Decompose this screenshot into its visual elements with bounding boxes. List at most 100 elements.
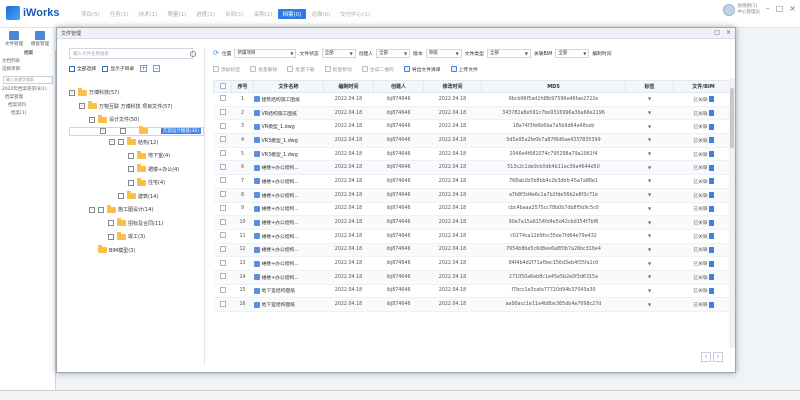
next-page-icon[interactable]: › <box>713 352 723 362</box>
location-select[interactable]: 所属项目 ▼ <box>234 48 297 58</box>
column-header[interactable]: 序号 <box>231 80 254 93</box>
row-checkbox[interactable] <box>219 163 226 170</box>
bim-status[interactable]: 已关联 <box>693 303 707 308</box>
left-panel-row[interactable]: 档案(1) <box>0 110 55 118</box>
tag-dropdown[interactable]: ▼ <box>625 202 674 217</box>
scroll-thumb[interactable] <box>730 88 734 148</box>
bim-status[interactable]: 已关联 <box>693 235 707 240</box>
tag-dropdown[interactable]: ▼ <box>625 188 674 203</box>
bim-status[interactable]: 已关联 <box>693 262 707 267</box>
nav-item[interactable]: 进度(1) <box>191 9 220 19</box>
show-subdir-checkbox[interactable] <box>102 65 109 72</box>
row-checkbox[interactable] <box>219 191 226 198</box>
bim-model-icon[interactable] <box>708 274 714 281</box>
file-name[interactable]: 裙楼+办公结构... <box>262 207 299 212</box>
folder-search-input[interactable]: 输入文件名称搜索 <box>69 48 196 59</box>
tree-node[interactable]: 建筑(14) <box>69 190 204 204</box>
row-checkbox[interactable] <box>219 204 226 211</box>
bim-model-icon[interactable] <box>708 178 714 185</box>
tree-node[interactable]: - 施工图设计(14) <box>69 203 204 217</box>
bim-status[interactable]: 已关联 <box>693 153 707 158</box>
select-all-rows-checkbox[interactable] <box>219 82 226 89</box>
table-row[interactable]: 15 地下室结构图纸 2022.04.18 ibj874646 2022.04.18 f7… <box>213 284 734 299</box>
tool-button[interactable]: 生成二维码 <box>361 66 394 73</box>
tag-dropdown[interactable]: ▼ <box>625 92 674 107</box>
row-checkbox[interactable] <box>219 300 226 307</box>
table-row[interactable]: 14 裙楼+办公结构... 2022.04.18 ibj874646 2022.04.1… <box>213 270 734 285</box>
tag-dropdown[interactable]: ▼ <box>625 229 674 244</box>
column-header[interactable]: 编制时间 <box>323 80 374 93</box>
left-panel-row[interactable]: 文档列表 <box>0 58 55 66</box>
row-checkbox[interactable] <box>219 259 226 266</box>
column-header[interactable]: 标签 <box>625 80 674 93</box>
tree-checkbox[interactable] <box>128 166 134 173</box>
bim-model-icon[interactable] <box>708 110 714 117</box>
bim-model-icon[interactable] <box>708 137 714 144</box>
bim-model-icon[interactable] <box>708 192 714 199</box>
bim-model-icon[interactable] <box>708 233 714 240</box>
file-name[interactable]: VR结构施工图纸 <box>262 112 297 117</box>
tree-node[interactable]: - 设计文件(50) <box>69 113 204 127</box>
bim-status[interactable]: 已关联 <box>693 276 707 281</box>
tree-checkbox[interactable] <box>108 233 114 240</box>
table-row[interactable]: 11 裙楼+办公结构... 2022.04.18 ibj874646 2022.04.1… <box>213 229 734 244</box>
row-checkbox[interactable] <box>219 232 226 239</box>
file-name[interactable]: 地下室结构图纸 <box>262 289 296 294</box>
column-header[interactable]: 文件名称 <box>253 80 324 93</box>
tag-dropdown[interactable]: ▼ <box>625 119 674 135</box>
tool-button[interactable]: 批量删除 <box>250 66 277 73</box>
file-name[interactable]: 地下室结构图纸 <box>262 303 296 308</box>
tool-button[interactable]: 批量移动 <box>324 66 352 73</box>
tag-dropdown[interactable]: ▼ <box>625 147 674 162</box>
column-header[interactable]: 修改时间 <box>423 80 482 93</box>
select-all-toggle[interactable]: 全部选择 <box>69 65 96 72</box>
bim-status[interactable]: 已关联 <box>693 112 707 117</box>
tool-button[interactable]: 导出文件清单 <box>403 66 441 73</box>
bim-model-icon[interactable] <box>708 287 714 294</box>
tag-dropdown[interactable]: ▼ <box>625 243 674 258</box>
creator-select[interactable]: 全部 ▼ <box>376 48 411 58</box>
table-row[interactable]: 6 裙楼+办公结构... 2022.04.18 ibj874646 2022.04.18… <box>213 160 734 176</box>
tree-checkbox[interactable] <box>128 152 134 159</box>
bim-model-icon[interactable] <box>708 164 714 171</box>
avatar[interactable] <box>722 4 735 16</box>
show-subdir-toggle[interactable]: 显示子目录 <box>102 65 134 72</box>
bim-model-icon[interactable] <box>708 260 714 267</box>
bim-select[interactable]: 全部 ▼ <box>555 48 590 58</box>
tool-button[interactable]: 上传文件 <box>450 66 478 73</box>
table-row[interactable]: 7 裙楼+办公结构... 2022.04.18 ibj874646 2022.04.18… <box>213 174 734 189</box>
expand-toggle-icon[interactable]: - <box>100 128 106 134</box>
tag-dropdown[interactable]: ▼ <box>625 284 674 299</box>
expand-toggle-icon[interactable]: - <box>89 116 95 123</box>
nav-item[interactable]: 档案(0) <box>277 9 307 19</box>
minimize-icon[interactable]: – <box>766 4 770 13</box>
expand-toggle-icon[interactable]: - <box>79 103 85 110</box>
bim-status[interactable]: 已关联 <box>693 248 707 253</box>
bim-status[interactable]: 已关联 <box>693 125 707 130</box>
bim-model-icon[interactable] <box>708 301 714 308</box>
left-panel-row[interactable]: 档案资料 <box>0 102 55 110</box>
table-row[interactable]: 16 地下室结构图纸 2022.04.18 ibj874646 2022.04.18 ae… <box>213 297 734 312</box>
bim-model-icon[interactable] <box>708 123 714 130</box>
bim-status[interactable]: 已关联 <box>693 180 707 185</box>
file-name[interactable]: 裙楼+办公结构... <box>262 166 299 171</box>
file-name[interactable]: 裙楼+办公结构... <box>262 262 299 267</box>
maximize-icon[interactable]: □ <box>714 29 720 36</box>
file-manage-button[interactable]: 文件管理 <box>3 31 25 47</box>
select-all-checkbox[interactable] <box>69 65 75 72</box>
bim-status[interactable]: 已关联 <box>693 166 707 171</box>
bim-model-icon[interactable] <box>708 151 714 158</box>
user-menu[interactable]: 张晓明(1) 中心管理员 <box>722 4 760 16</box>
nav-item[interactable]: 交付中心(1) <box>335 9 375 19</box>
table-row[interactable]: 3 VR模型_1.dwg 2022.04.18 ibj874646 2022.04.18… <box>213 119 734 135</box>
table-row[interactable]: 13 裙楼+办公结构... 2022.04.18 ibj874646 2022.04.1… <box>213 256 734 271</box>
file-name[interactable]: 裙楼+办公结构... <box>262 235 299 240</box>
nav-item[interactable]: 项目(5) <box>76 9 105 19</box>
nav-item[interactable]: 运维(0) <box>306 9 335 19</box>
tag-dropdown[interactable]: ▼ <box>625 270 674 285</box>
row-checkbox[interactable] <box>219 273 226 280</box>
column-header[interactable]: 文件/BIM <box>673 80 734 93</box>
row-checkbox[interactable] <box>219 136 226 143</box>
file-name[interactable]: 裙楼+办公结构... <box>262 194 299 199</box>
row-checkbox[interactable] <box>219 177 226 184</box>
